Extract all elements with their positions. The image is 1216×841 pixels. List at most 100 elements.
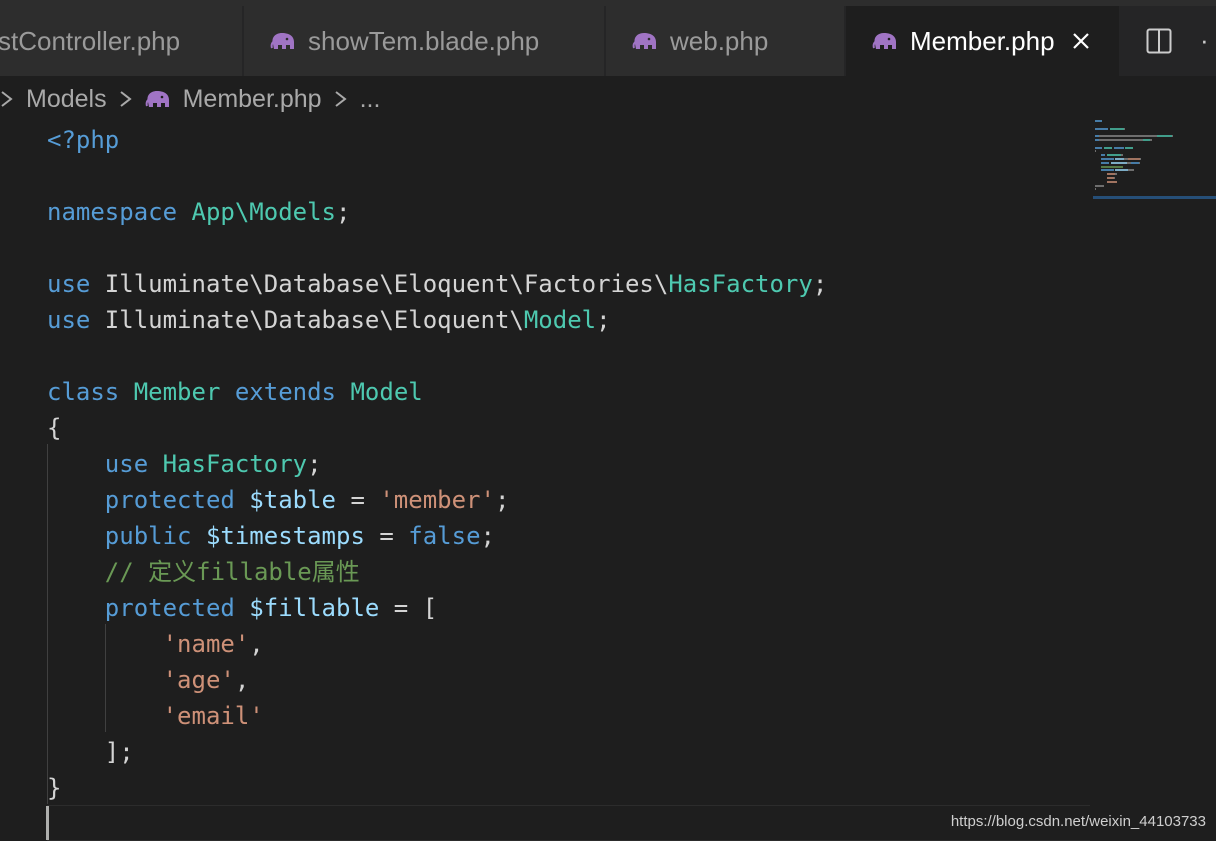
chevron-right-icon [334,91,347,107]
minimap-token [1121,154,1123,157]
minimap-token [1115,158,1124,160]
code-token: Model [523,306,597,334]
code-token: { [47,414,62,442]
code-token: ]; [47,738,134,766]
minimap-token [1106,180,1117,183]
code-line[interactable]: 'email' [47,698,264,734]
split-editor-icon[interactable] [1146,28,1172,54]
code-editor[interactable]: <?php namespace App\Models; use Illuminate… [0,120,1090,841]
code-token: $timestamps [205,522,365,550]
minimap-token [1095,150,1097,153]
minimap-token [1125,146,1133,149]
minimap-token [1113,146,1124,149]
code-line[interactable]: protected $table = 'member'; [47,482,510,518]
code-token: Illuminate\Database\Eloquent\Factories\ [90,270,669,298]
minimap-token [1100,169,1114,172]
tab-web[interactable]: web.php [606,6,845,76]
minimap-token [1095,120,1103,122]
code-line[interactable]: ]; [47,734,134,770]
code-token: extends [234,378,337,406]
code-token: ; [494,486,510,514]
watermark: https://blog.csdn.net/weixin_44103733 [950,813,1206,830]
code-line[interactable]: 'name', [47,626,264,662]
code-token: = [364,522,409,550]
minimap-token [1113,177,1116,179]
minimap-token [1115,169,1129,172]
code-token: use [47,306,91,334]
code-line[interactable]: // 定义fillable属性 [47,554,360,590]
code-token: ; [336,198,351,226]
minimap-token [1099,135,1158,138]
close-icon[interactable] [1071,31,1091,51]
code-token: public [104,522,192,550]
breadcrumb-item-symbols[interactable]: ... [360,85,381,114]
minimap-token [1095,188,1097,191]
code-token: <?php [47,126,120,154]
breadcrumb-item-file[interactable]: Member.php [183,85,322,114]
code-token: protected [104,486,235,514]
code-token: = [ [379,594,438,622]
code-token: ; [307,450,322,478]
code-line[interactable]: public $timestamps = false; [47,518,495,554]
minimap-token [1109,127,1124,130]
minimap-token [1131,161,1139,164]
php-elephant-icon [145,91,169,107]
code-token: $table [249,486,336,514]
code-line[interactable]: class Member extends Model [47,374,423,410]
code-line[interactable]: use HasFactory; [47,446,322,482]
minimap-token [1115,173,1117,176]
more-actions-icon[interactable]: · [1200,27,1209,53]
minimap-token [1128,158,1140,160]
tab-showtem-blade[interactable]: showTem.blade.php [244,6,605,76]
minimap-token [1100,165,1123,168]
code-token: , [234,666,250,694]
minimap-token [1138,161,1140,164]
minimap[interactable] [1093,118,1216,199]
code-token: ; [480,522,495,550]
code-line[interactable]: 'age', [47,662,250,698]
minimap-token [1106,177,1114,179]
code-token: Illuminate\Database\Eloquent\ [90,306,524,334]
php-elephant-icon [872,33,896,49]
tab-member[interactable]: Member.php [846,6,1120,76]
php-elephant-icon [632,33,656,49]
code-line[interactable]: <?php [47,122,119,158]
code-line[interactable]: use Illuminate\Database\Eloquent\Factori… [47,266,827,302]
chevron-right-icon [1,91,13,107]
code-line[interactable]: use Illuminate\Database\Eloquent\Model; [47,302,611,338]
minimap-token [1106,154,1122,157]
code-line[interactable]: protected $fillable = [ [47,590,437,626]
code-token: Member [133,378,221,406]
code-line[interactable]: namespace App\Models; [47,194,350,230]
minimap-token [1139,158,1142,160]
code-line[interactable]: { [47,410,61,446]
tab-label: stController.php [0,25,181,56]
tab-stcontroller[interactable]: stController.php [0,6,243,76]
code-token: class [47,378,120,406]
code-token: HasFactory [162,450,308,478]
code-line[interactable]: } [47,770,61,806]
minimap-token [1110,161,1127,164]
minimap-token [1099,139,1143,141]
code-token: = [336,486,380,514]
tab-label: showTem.blade.php [308,25,540,56]
code-token: // 定义fillable属性 [104,558,360,586]
tab-bar: stController.php showTem.blade.php web.p… [0,0,1216,76]
current-line-highlight [47,805,1090,841]
breadcrumb-item-models[interactable]: Models [26,85,107,114]
minimap-token [1095,146,1103,149]
code-token: , [249,630,264,658]
code-token: ; [596,306,611,334]
minimap-slider[interactable] [1093,196,1216,199]
code-token: App\Models [191,198,337,226]
